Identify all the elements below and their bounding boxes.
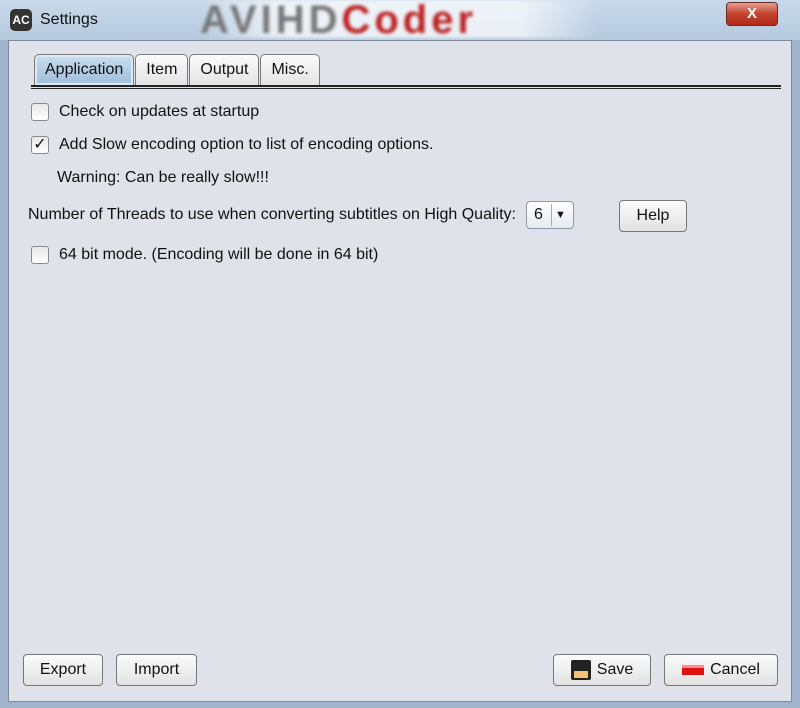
check-updates-checkbox[interactable] (31, 103, 49, 121)
save-button[interactable]: Save (553, 654, 651, 686)
save-label: Save (596, 661, 634, 678)
tab-misc[interactable]: Misc. (260, 54, 320, 85)
chevron-down-icon[interactable]: ▼ (550, 204, 569, 226)
threads-select[interactable]: 6 ▼ (525, 201, 574, 229)
slow-encoding-label: Add Slow encoding option to list of enco… (59, 136, 434, 153)
check-icon: ✓ (33, 136, 47, 153)
cancel-icon (682, 665, 705, 675)
tab-bar: Application Item Output Misc. (34, 54, 321, 85)
import-button[interactable]: Import (116, 654, 197, 686)
window-title: Settings (40, 11, 98, 28)
threads-value: 6 (533, 206, 543, 223)
slow-encoding-checkbox[interactable]: ✓ (31, 136, 49, 154)
close-button[interactable]: X (726, 2, 778, 26)
tab-application[interactable]: Application (34, 54, 135, 85)
app-icon: AC (10, 9, 32, 31)
tab-output[interactable]: Output (189, 54, 260, 85)
settings-panel: Application Item Output Misc. Check on u… (8, 40, 792, 702)
check-updates-row[interactable]: Check on updates at startup (31, 103, 259, 121)
export-button[interactable]: Export (23, 654, 103, 686)
cancel-label: Cancel (710, 661, 760, 678)
tab-divider (31, 85, 781, 89)
floppy-disk-icon (570, 660, 591, 680)
cancel-button[interactable]: Cancel (664, 654, 778, 686)
bit64-row[interactable]: 64 bit mode. (Encoding will be done in 6… (31, 246, 378, 264)
title-bar: AVIHDCoder AC Settings X (0, 0, 800, 40)
app-banner-logo: AVIHDCoder (200, 0, 600, 38)
help-button[interactable]: Help (619, 200, 687, 232)
slow-encoding-row[interactable]: ✓ Add Slow encoding option to list of en… (31, 136, 433, 154)
threads-row: Number of Threads to use when converting… (28, 201, 574, 229)
threads-label: Number of Threads to use when converting… (28, 206, 516, 223)
tab-item[interactable]: Item (135, 54, 189, 85)
bit64-label: 64 bit mode. (Encoding will be done in 6… (59, 246, 379, 263)
bit64-checkbox[interactable] (31, 246, 49, 264)
check-updates-label: Check on updates at startup (59, 103, 260, 120)
warning-text: Warning: Can be really slow!!! (57, 169, 269, 186)
